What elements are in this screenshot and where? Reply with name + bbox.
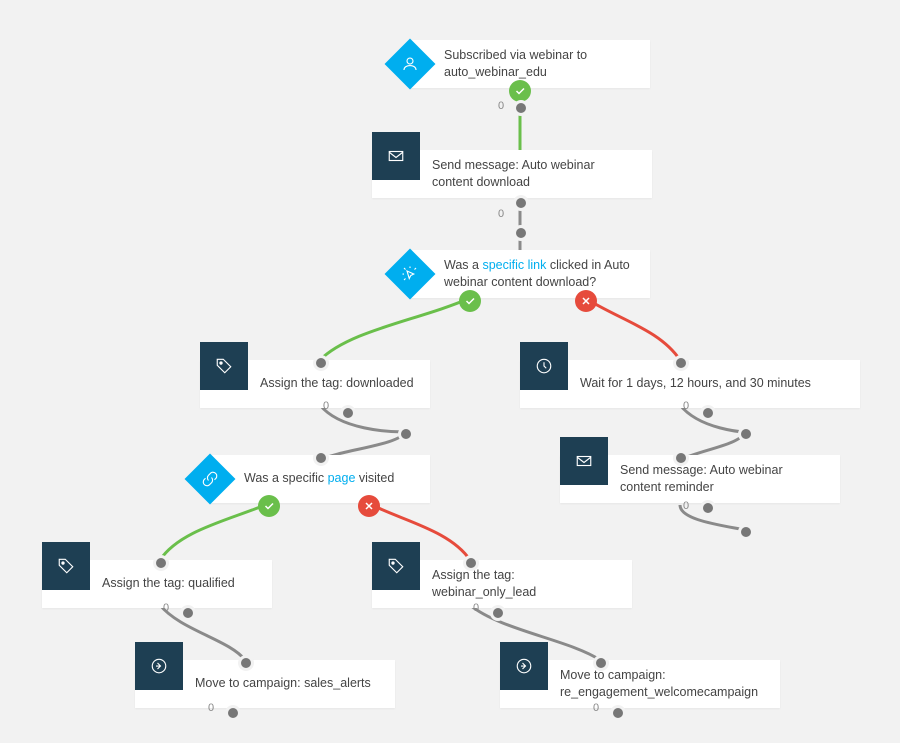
connector-count: 0 — [208, 702, 214, 714]
connector-dot[interactable] — [673, 355, 689, 371]
node-text: Move to campaign: sales_alerts — [195, 675, 371, 693]
node-text: Subscribed via webinar to auto_webinar_e… — [444, 47, 634, 82]
node-text: Was a specific link clicked in Auto webi… — [410, 250, 650, 298]
connector-dot[interactable] — [225, 705, 241, 721]
node-text: Move to campaign: re_engagement_welcomec… — [560, 667, 764, 702]
node-text: Wait for 1 days, 12 hours, and 30 minute… — [580, 375, 811, 393]
connector-count: 0 — [473, 602, 479, 614]
node-text: Was a specific page visited — [210, 455, 410, 503]
connector-count: 0 — [593, 702, 599, 714]
node-assign-tag-webinar-lead[interactable]: Assign the tag: webinar_only_lead — [372, 560, 632, 608]
connector-dot[interactable] — [313, 450, 329, 466]
connector-dot[interactable] — [238, 655, 254, 671]
node-move-campaign-sales[interactable]: Move to campaign: sales_alerts — [135, 660, 395, 708]
tag-icon — [42, 542, 90, 590]
connector-dot[interactable] — [153, 555, 169, 571]
connector-dot[interactable] — [180, 605, 196, 621]
mail-icon — [372, 132, 420, 180]
badge-no — [575, 290, 597, 312]
connector-dot[interactable] — [513, 195, 529, 211]
link-page[interactable]: page — [328, 471, 356, 485]
connector-dot[interactable] — [593, 655, 609, 671]
tag-icon — [200, 342, 248, 390]
connector-count: 0 — [498, 208, 504, 220]
connector-count: 0 — [683, 400, 689, 412]
arrow-circle-icon — [135, 642, 183, 690]
workflow-canvas[interactable]: Subscribed via webinar to auto_webinar_e… — [0, 0, 900, 743]
connector-count: 0 — [683, 500, 689, 512]
connector-dot[interactable] — [610, 705, 626, 721]
node-text: Assign the tag: webinar_only_lead — [432, 567, 616, 602]
connector-dot[interactable] — [340, 405, 356, 421]
badge-yes — [258, 495, 280, 517]
node-condition-link-clicked[interactable]: Was a specific link clicked in Auto webi… — [410, 250, 650, 298]
connector-dot[interactable] — [313, 355, 329, 371]
node-text: Assign the tag: downloaded — [260, 375, 414, 393]
arrow-circle-icon — [500, 642, 548, 690]
node-send-message-1[interactable]: Send message: Auto webinar content downl… — [372, 150, 652, 198]
connector-count: 0 — [323, 400, 329, 412]
node-text: Assign the tag: qualified — [102, 575, 235, 593]
tag-icon — [372, 542, 420, 590]
connector-count: 0 — [498, 100, 504, 112]
connector-dot[interactable] — [398, 426, 414, 442]
node-wait[interactable]: Wait for 1 days, 12 hours, and 30 minute… — [520, 360, 860, 408]
node-move-campaign-reengagement[interactable]: Move to campaign: re_engagement_welcomec… — [500, 660, 780, 708]
connector-dot[interactable] — [738, 524, 754, 540]
connector-dot[interactable] — [463, 555, 479, 571]
node-send-message-2[interactable]: Send message: Auto webinar content remin… — [560, 455, 840, 503]
badge-yes — [509, 80, 531, 102]
connector-dot[interactable] — [490, 605, 506, 621]
connector-dot[interactable] — [513, 100, 529, 116]
node-text: Send message: Auto webinar content remin… — [620, 462, 824, 497]
badge-no — [358, 495, 380, 517]
node-start-subscribed[interactable]: Subscribed via webinar to auto_webinar_e… — [410, 40, 650, 88]
link-specific-link[interactable]: specific link — [482, 258, 546, 272]
connector-dot[interactable] — [513, 225, 529, 241]
connector-dot[interactable] — [700, 500, 716, 516]
connector-dot[interactable] — [700, 405, 716, 421]
connector-dot[interactable] — [673, 450, 689, 466]
node-text: Send message: Auto webinar content downl… — [432, 157, 636, 192]
badge-yes — [459, 290, 481, 312]
connector-dot[interactable] — [738, 426, 754, 442]
connector-count: 0 — [163, 602, 169, 614]
clock-icon — [520, 342, 568, 390]
mail-icon — [560, 437, 608, 485]
